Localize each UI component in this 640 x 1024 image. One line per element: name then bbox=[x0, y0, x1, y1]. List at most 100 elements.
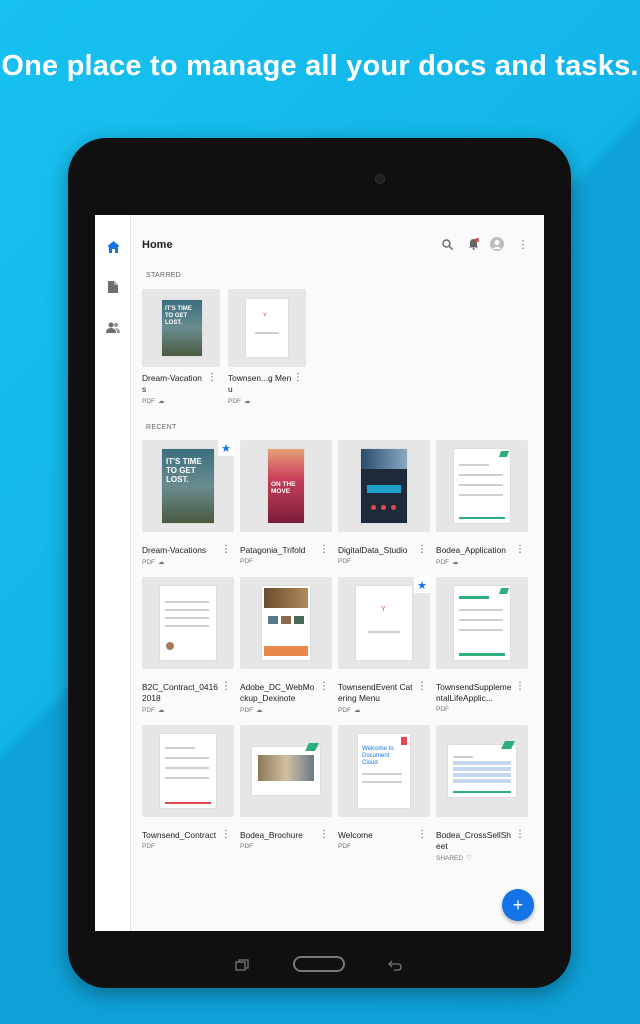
card-meta: PDF ☁ bbox=[240, 706, 263, 715]
card-meta: PDF ☁ bbox=[338, 706, 361, 715]
document-thumbnail[interactable]: ON THE MOVE bbox=[240, 440, 332, 532]
star-icon[interactable]: ★ bbox=[414, 577, 430, 593]
recent-card[interactable]: TownsendSupplementalLifeApplic... ⋮ PDF bbox=[436, 577, 528, 713]
recent-card[interactable]: B2C_Contract_04162018 ⋮ PDF ☁ bbox=[142, 577, 234, 714]
card-meta: PDF bbox=[436, 706, 449, 713]
card-title: Bodea_Brochure ⋮ bbox=[240, 829, 329, 841]
document-thumbnail[interactable] bbox=[436, 577, 528, 669]
card-title: Bodea_Application ⋮ bbox=[436, 544, 525, 556]
card-meta: PDF ☁ bbox=[142, 706, 165, 715]
top-bar: Home ⋮ bbox=[132, 215, 544, 271]
cloud-icon: ☁ bbox=[256, 707, 263, 714]
card-meta: PDF ☁ bbox=[142, 558, 165, 567]
document-thumbnail[interactable]: Welcome to Document Cloud bbox=[338, 725, 430, 817]
more-icon[interactable]: ⋮ bbox=[293, 373, 303, 383]
tablet-frame: Home ⋮ STARRED IT'S TIME TO GET LOST. Dr… bbox=[68, 138, 571, 988]
document-thumbnail[interactable] bbox=[142, 725, 234, 817]
document-thumbnail[interactable] bbox=[436, 440, 528, 532]
home-button[interactable] bbox=[293, 956, 345, 972]
more-icon[interactable]: ⋮ bbox=[515, 830, 525, 840]
recent-card[interactable]: Welcome to Document Cloud Welcome ⋮ PDF bbox=[338, 725, 430, 850]
card-meta: PDF ☁ bbox=[436, 558, 459, 567]
more-icon[interactable]: ⋮ bbox=[221, 545, 231, 555]
document-thumbnail[interactable]: Y ★ bbox=[338, 577, 430, 669]
cloud-icon: ☁ bbox=[354, 707, 361, 714]
starred-label: STARRED bbox=[146, 272, 182, 279]
recent-card[interactable]: DigitalData_Studio ⋮ PDF bbox=[338, 440, 430, 565]
comment-icon: ♡ bbox=[466, 855, 472, 862]
more-icon[interactable]: ⋮ bbox=[221, 682, 231, 692]
search-icon[interactable] bbox=[440, 237, 454, 251]
recent-card[interactable]: Y ★ TownsendEvent Catering Menu ⋮ PDF ☁ bbox=[338, 577, 430, 714]
card-title: Townsend_Contract ⋮ bbox=[142, 829, 231, 841]
card-meta: PDF bbox=[240, 558, 253, 565]
card-meta: PDF bbox=[240, 843, 253, 850]
card-meta: PDF bbox=[338, 843, 351, 850]
card-meta: PDF bbox=[142, 843, 155, 850]
thumbnail-text: Welcome to Document Cloud bbox=[362, 746, 394, 766]
more-icon[interactable]: ⋮ bbox=[515, 682, 525, 692]
card-title: TownsendEvent Catering Menu ⋮ bbox=[338, 681, 427, 704]
document-thumbnail[interactable]: IT'S TIME TO GET LOST. ★ bbox=[142, 440, 234, 532]
avatar-icon[interactable] bbox=[490, 237, 504, 251]
recent-card[interactable]: Townsend_Contract ⋮ PDF bbox=[142, 725, 234, 850]
document-thumbnail[interactable] bbox=[240, 725, 332, 817]
home-icon[interactable] bbox=[106, 240, 120, 254]
star-icon[interactable]: ★ bbox=[218, 440, 234, 456]
recent-card[interactable]: Bodea_Brochure ⋮ PDF bbox=[240, 725, 332, 850]
recent-label: RECENT bbox=[146, 424, 177, 431]
add-button[interactable]: + bbox=[502, 889, 534, 921]
document-thumbnail[interactable] bbox=[338, 440, 430, 532]
recent-apps-icon[interactable] bbox=[235, 958, 249, 976]
document-thumbnail[interactable] bbox=[240, 577, 332, 669]
document-icon[interactable] bbox=[106, 280, 120, 294]
more-icon[interactable]: ⋮ bbox=[515, 545, 525, 555]
card-meta: PDF bbox=[338, 558, 351, 565]
more-icon[interactable]: ⋮ bbox=[207, 373, 217, 383]
card-meta: PDF ☁ bbox=[142, 397, 165, 406]
more-icon[interactable]: ⋮ bbox=[417, 545, 427, 555]
more-icon[interactable]: ⋮ bbox=[221, 830, 231, 840]
more-vertical-icon[interactable]: ⋮ bbox=[516, 237, 530, 251]
more-icon[interactable]: ⋮ bbox=[417, 830, 427, 840]
app-screen: Home ⋮ STARRED IT'S TIME TO GET LOST. Dr… bbox=[95, 215, 544, 931]
card-title: Patagonia_Trifold ⋮ bbox=[240, 544, 329, 556]
card-title: DigitalData_Studio ⋮ bbox=[338, 544, 427, 556]
back-icon[interactable] bbox=[388, 958, 402, 976]
document-thumbnail[interactable]: IT'S TIME TO GET LOST. bbox=[142, 289, 220, 367]
cloud-icon: ☁ bbox=[158, 707, 165, 714]
more-icon[interactable]: ⋮ bbox=[319, 830, 329, 840]
more-icon[interactable]: ⋮ bbox=[319, 545, 329, 555]
recent-card[interactable]: Bodea_CrossSellSheet ⋮ SHARED ♡ bbox=[436, 725, 528, 862]
nav-rail bbox=[95, 215, 131, 931]
card-meta: PDF ☁ bbox=[228, 397, 251, 406]
headline: One place to manage all your docs and ta… bbox=[1, 50, 639, 82]
recent-card[interactable]: Bodea_Application ⋮ PDF ☁ bbox=[436, 440, 528, 566]
recent-card[interactable]: Adobe_DC_WebMockup_Dexinote ⋮ PDF ☁ bbox=[240, 577, 332, 714]
thumbnail-text: IT'S TIME TO GET LOST. bbox=[166, 457, 202, 484]
people-icon[interactable] bbox=[106, 320, 120, 334]
card-title: TownsendSupplementalLifeApplic... ⋮ bbox=[436, 681, 525, 704]
card-title: Dream-Vacations ⋮ bbox=[142, 544, 231, 556]
starred-card[interactable]: Y Townsen...g Menu ⋮ PDF ☁ bbox=[228, 289, 306, 405]
cloud-icon: ☁ bbox=[452, 559, 459, 566]
card-meta: SHARED ♡ bbox=[436, 854, 472, 863]
page-title: Home bbox=[142, 239, 173, 251]
document-thumbnail[interactable] bbox=[436, 725, 528, 817]
starred-card[interactable]: IT'S TIME TO GET LOST. Dream-Vacations ⋮ … bbox=[142, 289, 220, 405]
cloud-icon: ☁ bbox=[244, 398, 251, 405]
main-content: Home ⋮ STARRED IT'S TIME TO GET LOST. Dr… bbox=[132, 215, 544, 931]
document-thumbnail[interactable] bbox=[142, 577, 234, 669]
card-title: Bodea_CrossSellSheet ⋮ bbox=[436, 829, 525, 852]
document-thumbnail[interactable]: Y bbox=[228, 289, 306, 367]
bell-icon[interactable] bbox=[466, 237, 480, 251]
camera bbox=[375, 174, 385, 184]
recent-card[interactable]: IT'S TIME TO GET LOST. ★ Dream-Vacations… bbox=[142, 440, 234, 566]
card-title: Welcome ⋮ bbox=[338, 829, 427, 841]
more-icon[interactable]: ⋮ bbox=[417, 682, 427, 692]
card-title: Adobe_DC_WebMockup_Dexinote ⋮ bbox=[240, 681, 329, 704]
more-icon[interactable]: ⋮ bbox=[319, 682, 329, 692]
thumbnail-text: ON THE MOVE bbox=[271, 481, 296, 495]
recent-card[interactable]: ON THE MOVE Patagonia_Trifold ⋮ PDF bbox=[240, 440, 332, 565]
card-title: Townsen...g Menu ⋮ bbox=[228, 372, 303, 395]
